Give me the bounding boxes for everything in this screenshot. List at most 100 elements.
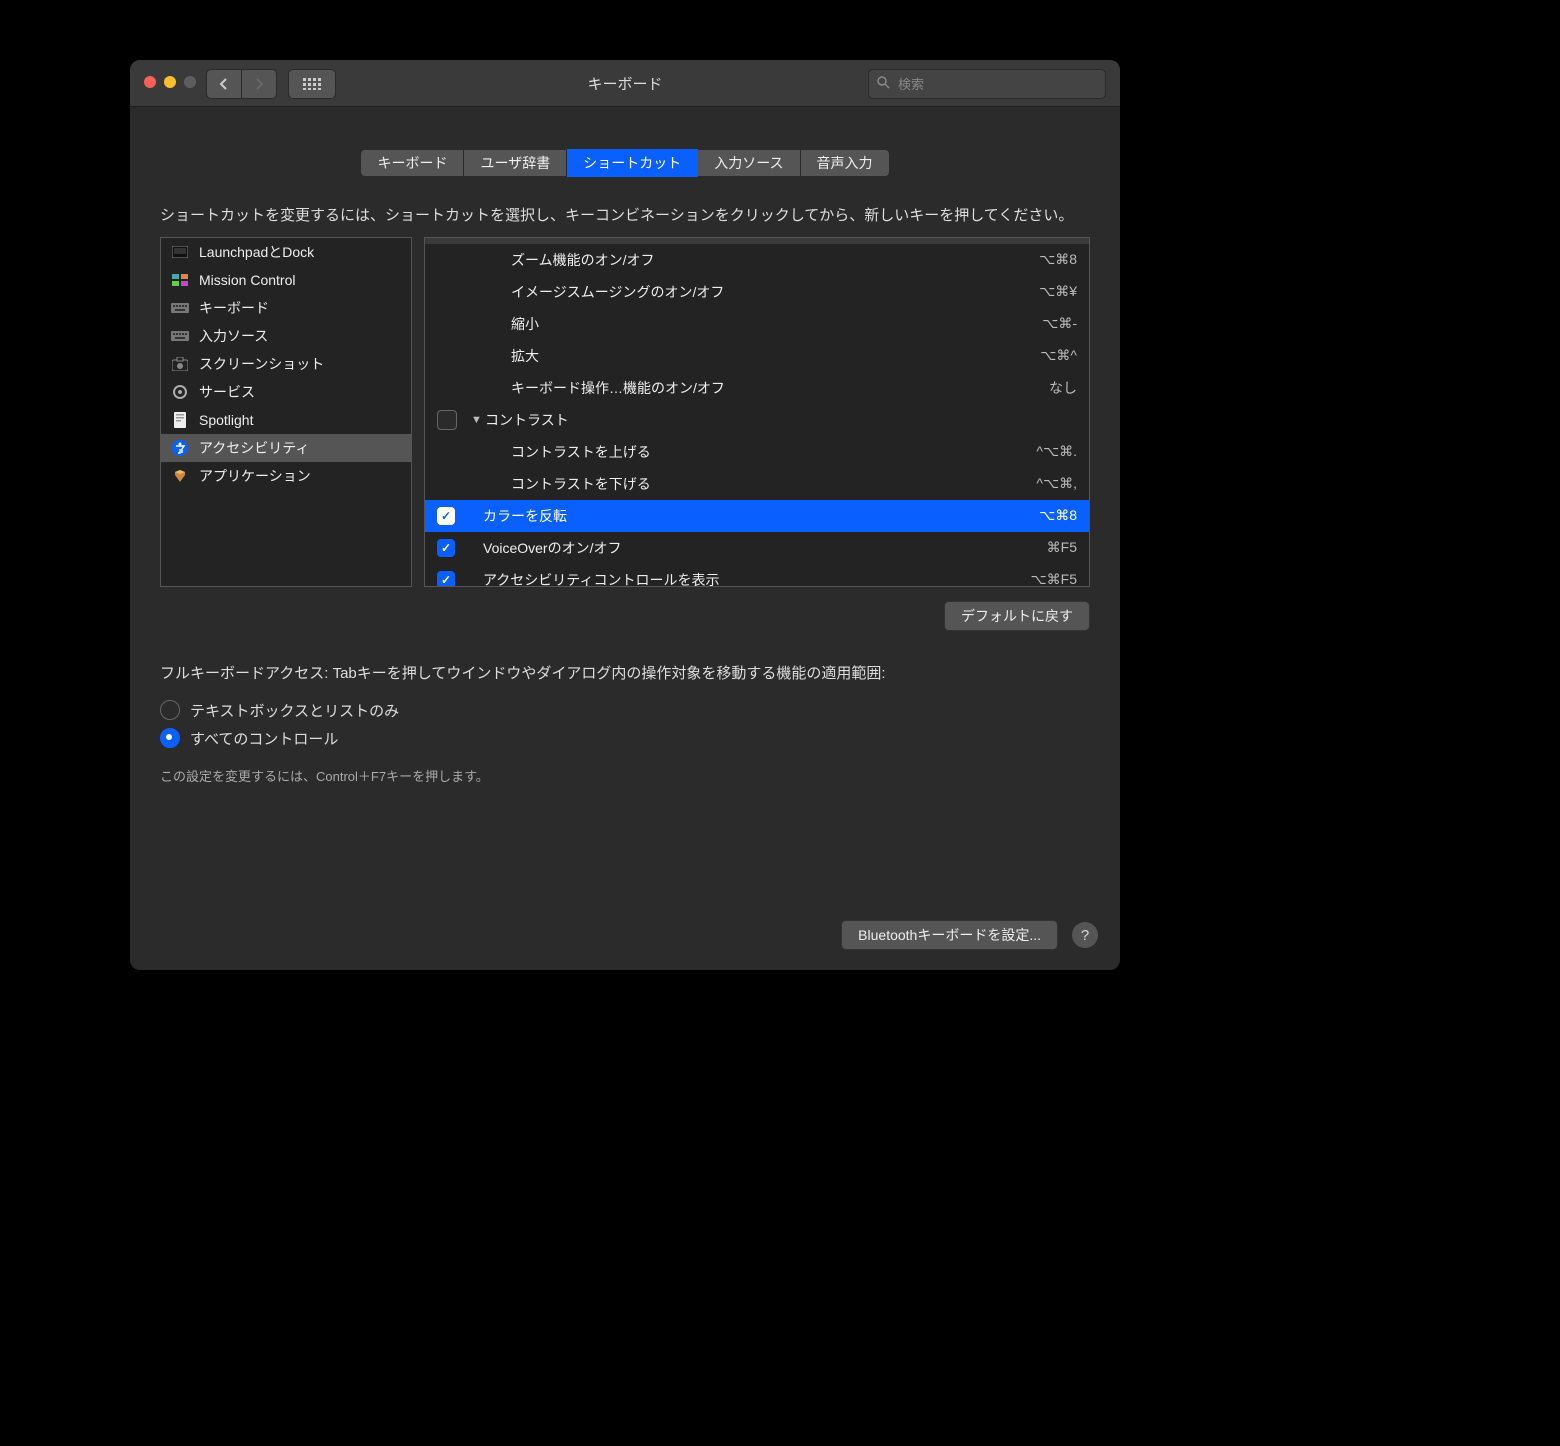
shortcut-checkbox[interactable]: ✓ <box>437 507 455 525</box>
gear-icon <box>171 383 189 401</box>
restore-defaults-button[interactable]: デフォルトに戻す <box>944 601 1090 631</box>
search-field[interactable] <box>868 69 1106 99</box>
tab-shortcuts[interactable]: ショートカット <box>567 149 698 177</box>
radio-icon <box>160 728 180 748</box>
sidebar-item-label: Spotlight <box>199 412 253 428</box>
content-area: ショートカットを変更するには、ショートカットを選択し、キーコンビネーションをクリ… <box>130 177 1120 785</box>
shortcut-row-voiceover[interactable]: ✓▼ VoiceOverのオン/オフ ⌘F5 <box>425 532 1089 564</box>
minimize-icon[interactable] <box>164 76 176 88</box>
sidebar-item-label: 入力ソース <box>199 326 268 346</box>
shortcut-key: ⌥⌘8 <box>1031 507 1077 524</box>
sidebar-item-input-sources[interactable]: 入力ソース <box>161 322 411 350</box>
screenshot-icon <box>171 355 189 373</box>
shortcut-row-zoom-out[interactable]: ✓▼ 縮小 ⌥⌘- <box>425 308 1089 340</box>
shortcut-checkbox[interactable]: ✓ <box>437 539 455 557</box>
sidebar-item-label: サービス <box>199 382 255 402</box>
control-f7-hint: この設定を変更するには、Control＋F7キーを押します。 <box>160 766 1090 785</box>
launchpad-icon <box>171 243 189 261</box>
panels: LaunchpadとDock Mission Control キーボード 入力ソ… <box>160 237 1090 587</box>
prefs-window: キーボード キーボード ユーザ辞書 ショートカット 入力ソース 音声入力 ショー… <box>130 60 1120 970</box>
group-checkbox[interactable]: ✓ <box>437 410 457 430</box>
mission-control-icon <box>171 271 189 289</box>
shortcut-key: ^⌥⌘. <box>1028 443 1077 460</box>
kbd-access-radios: テキストボックスとリストのみ すべてのコントロール <box>160 696 1090 752</box>
chevron-left-icon <box>219 78 229 90</box>
sidebar-item-app-shortcuts[interactable]: アプリケーション <box>161 462 411 490</box>
search-icon <box>877 76 890 92</box>
shortcut-key: ⌥⌘¥ <box>1031 283 1077 300</box>
help-button[interactable]: ? <box>1072 922 1098 948</box>
radio-label: テキストボックスとリストのみ <box>190 700 399 721</box>
tab-user-dictionary[interactable]: ユーザ辞書 <box>464 149 567 177</box>
nav-buttons <box>206 69 277 99</box>
footer: Bluetoothキーボードを設定... ? <box>841 920 1098 950</box>
shortcut-group-contrast[interactable]: ✓ ▼ コントラスト <box>425 404 1089 436</box>
shortcut-label: コントラストを下げる <box>511 474 1028 494</box>
sidebar-item-mission-control[interactable]: Mission Control <box>161 266 411 294</box>
sidebar-item-screenshots[interactable]: スクリーンショット <box>161 350 411 378</box>
shortcut-list[interactable]: ✓▼ ズーム機能のオン/オフ ⌥⌘8 ✓▼ イメージスムージングのオン/オフ ⌥… <box>424 237 1090 587</box>
shortcut-row-zoom-toggle[interactable]: ✓▼ ズーム機能のオン/オフ ⌥⌘8 <box>425 244 1089 276</box>
spotlight-icon <box>171 411 189 429</box>
shortcut-key: ⌘F5 <box>1039 539 1077 556</box>
shortcut-key: ⌥⌘8 <box>1031 251 1077 268</box>
chevron-right-icon <box>254 78 264 90</box>
tab-keyboard[interactable]: キーボード <box>360 149 464 177</box>
zoom-icon[interactable] <box>184 76 196 88</box>
sidebar-item-label: スクリーンショット <box>199 354 324 374</box>
defaults-row: デフォルトに戻す <box>160 601 1090 631</box>
app-icon <box>171 467 189 485</box>
shortcut-label: コントラストを上げる <box>511 442 1028 462</box>
shortcut-row-zoom-in[interactable]: ✓▼ 拡大 ⌥⌘^ <box>425 340 1089 372</box>
close-icon[interactable] <box>144 76 156 88</box>
shortcut-label: 拡大 <box>511 346 1032 366</box>
shortcut-label: キーボード操作…機能のオン/オフ <box>511 378 1041 398</box>
radio-icon <box>160 700 180 720</box>
tab-dictation[interactable]: 音声入力 <box>801 149 890 177</box>
shortcut-row-kbd-access-toggle[interactable]: ✓▼ キーボード操作…機能のオン/オフ なし <box>425 372 1089 404</box>
sidebar-item-keyboard[interactable]: キーボード <box>161 294 411 322</box>
sidebar-item-label: アプリケーション <box>199 466 311 486</box>
shortcut-row-show-accessibility-controls[interactable]: ✓▼ アクセシビリティコントロールを表示 ⌥⌘F5 <box>425 564 1089 587</box>
tabs: キーボード ユーザ辞書 ショートカット 入力ソース 音声入力 <box>130 149 1120 177</box>
radio-text-boxes-lists[interactable]: テキストボックスとリストのみ <box>160 696 1090 724</box>
back-button[interactable] <box>206 69 242 99</box>
accessibility-icon <box>171 439 189 457</box>
forward-button[interactable] <box>242 69 277 99</box>
shortcut-label: イメージスムージングのオン/オフ <box>511 282 1031 302</box>
radio-label: すべてのコントロール <box>190 728 338 749</box>
window-controls <box>144 76 196 88</box>
shortcut-row-image-smoothing[interactable]: ✓▼ イメージスムージングのオン/オフ ⌥⌘¥ <box>425 276 1089 308</box>
sidebar-item-launchpad[interactable]: LaunchpadとDock <box>161 238 411 266</box>
sidebar-item-accessibility[interactable]: アクセシビリティ <box>161 434 411 462</box>
shortcut-label: VoiceOverのオン/オフ <box>483 538 1039 558</box>
show-all-button[interactable] <box>288 69 336 99</box>
sidebar-item-label: Mission Control <box>199 272 295 288</box>
sidebar-item-label: アクセシビリティ <box>199 438 309 458</box>
shortcut-row-decrease-contrast[interactable]: ✓▼ コントラストを下げる ^⌥⌘, <box>425 468 1089 500</box>
shortcut-label: 縮小 <box>511 314 1034 334</box>
sidebar-item-spotlight[interactable]: Spotlight <box>161 406 411 434</box>
shortcut-row-increase-contrast[interactable]: ✓▼ コントラストを上げる ^⌥⌘. <box>425 436 1089 468</box>
titlebar: キーボード <box>130 60 1120 107</box>
shortcut-key: なし <box>1041 378 1077 398</box>
shortcut-key: ^⌥⌘, <box>1028 475 1077 492</box>
shortcut-label: アクセシビリティコントロールを表示 <box>483 570 1023 587</box>
shortcut-key: ⌥⌘F5 <box>1023 571 1077 587</box>
sidebar-item-services[interactable]: サービス <box>161 378 411 406</box>
scroll-indicator <box>425 238 1089 244</box>
shortcut-row-invert-colors[interactable]: ✓▼ カラーを反転 ⌥⌘8 <box>425 500 1089 532</box>
disclosure-triangle-icon[interactable]: ▼ <box>471 414 485 426</box>
shortcut-key: ⌥⌘^ <box>1032 347 1077 364</box>
bluetooth-keyboard-button[interactable]: Bluetoothキーボードを設定... <box>841 920 1058 950</box>
sidebar-item-label: キーボード <box>199 298 269 318</box>
shortcut-checkbox[interactable]: ✓ <box>437 571 455 587</box>
shortcut-key: ⌥⌘- <box>1034 315 1077 332</box>
input-sources-icon <box>171 327 189 345</box>
radio-all-controls[interactable]: すべてのコントロール <box>160 724 1090 752</box>
search-input[interactable] <box>896 76 1097 93</box>
category-list[interactable]: LaunchpadとDock Mission Control キーボード 入力ソ… <box>160 237 412 587</box>
shortcut-label: ズーム機能のオン/オフ <box>511 250 1031 270</box>
tab-input-sources[interactable]: 入力ソース <box>698 149 800 177</box>
sidebar-item-label: LaunchpadとDock <box>199 242 314 262</box>
